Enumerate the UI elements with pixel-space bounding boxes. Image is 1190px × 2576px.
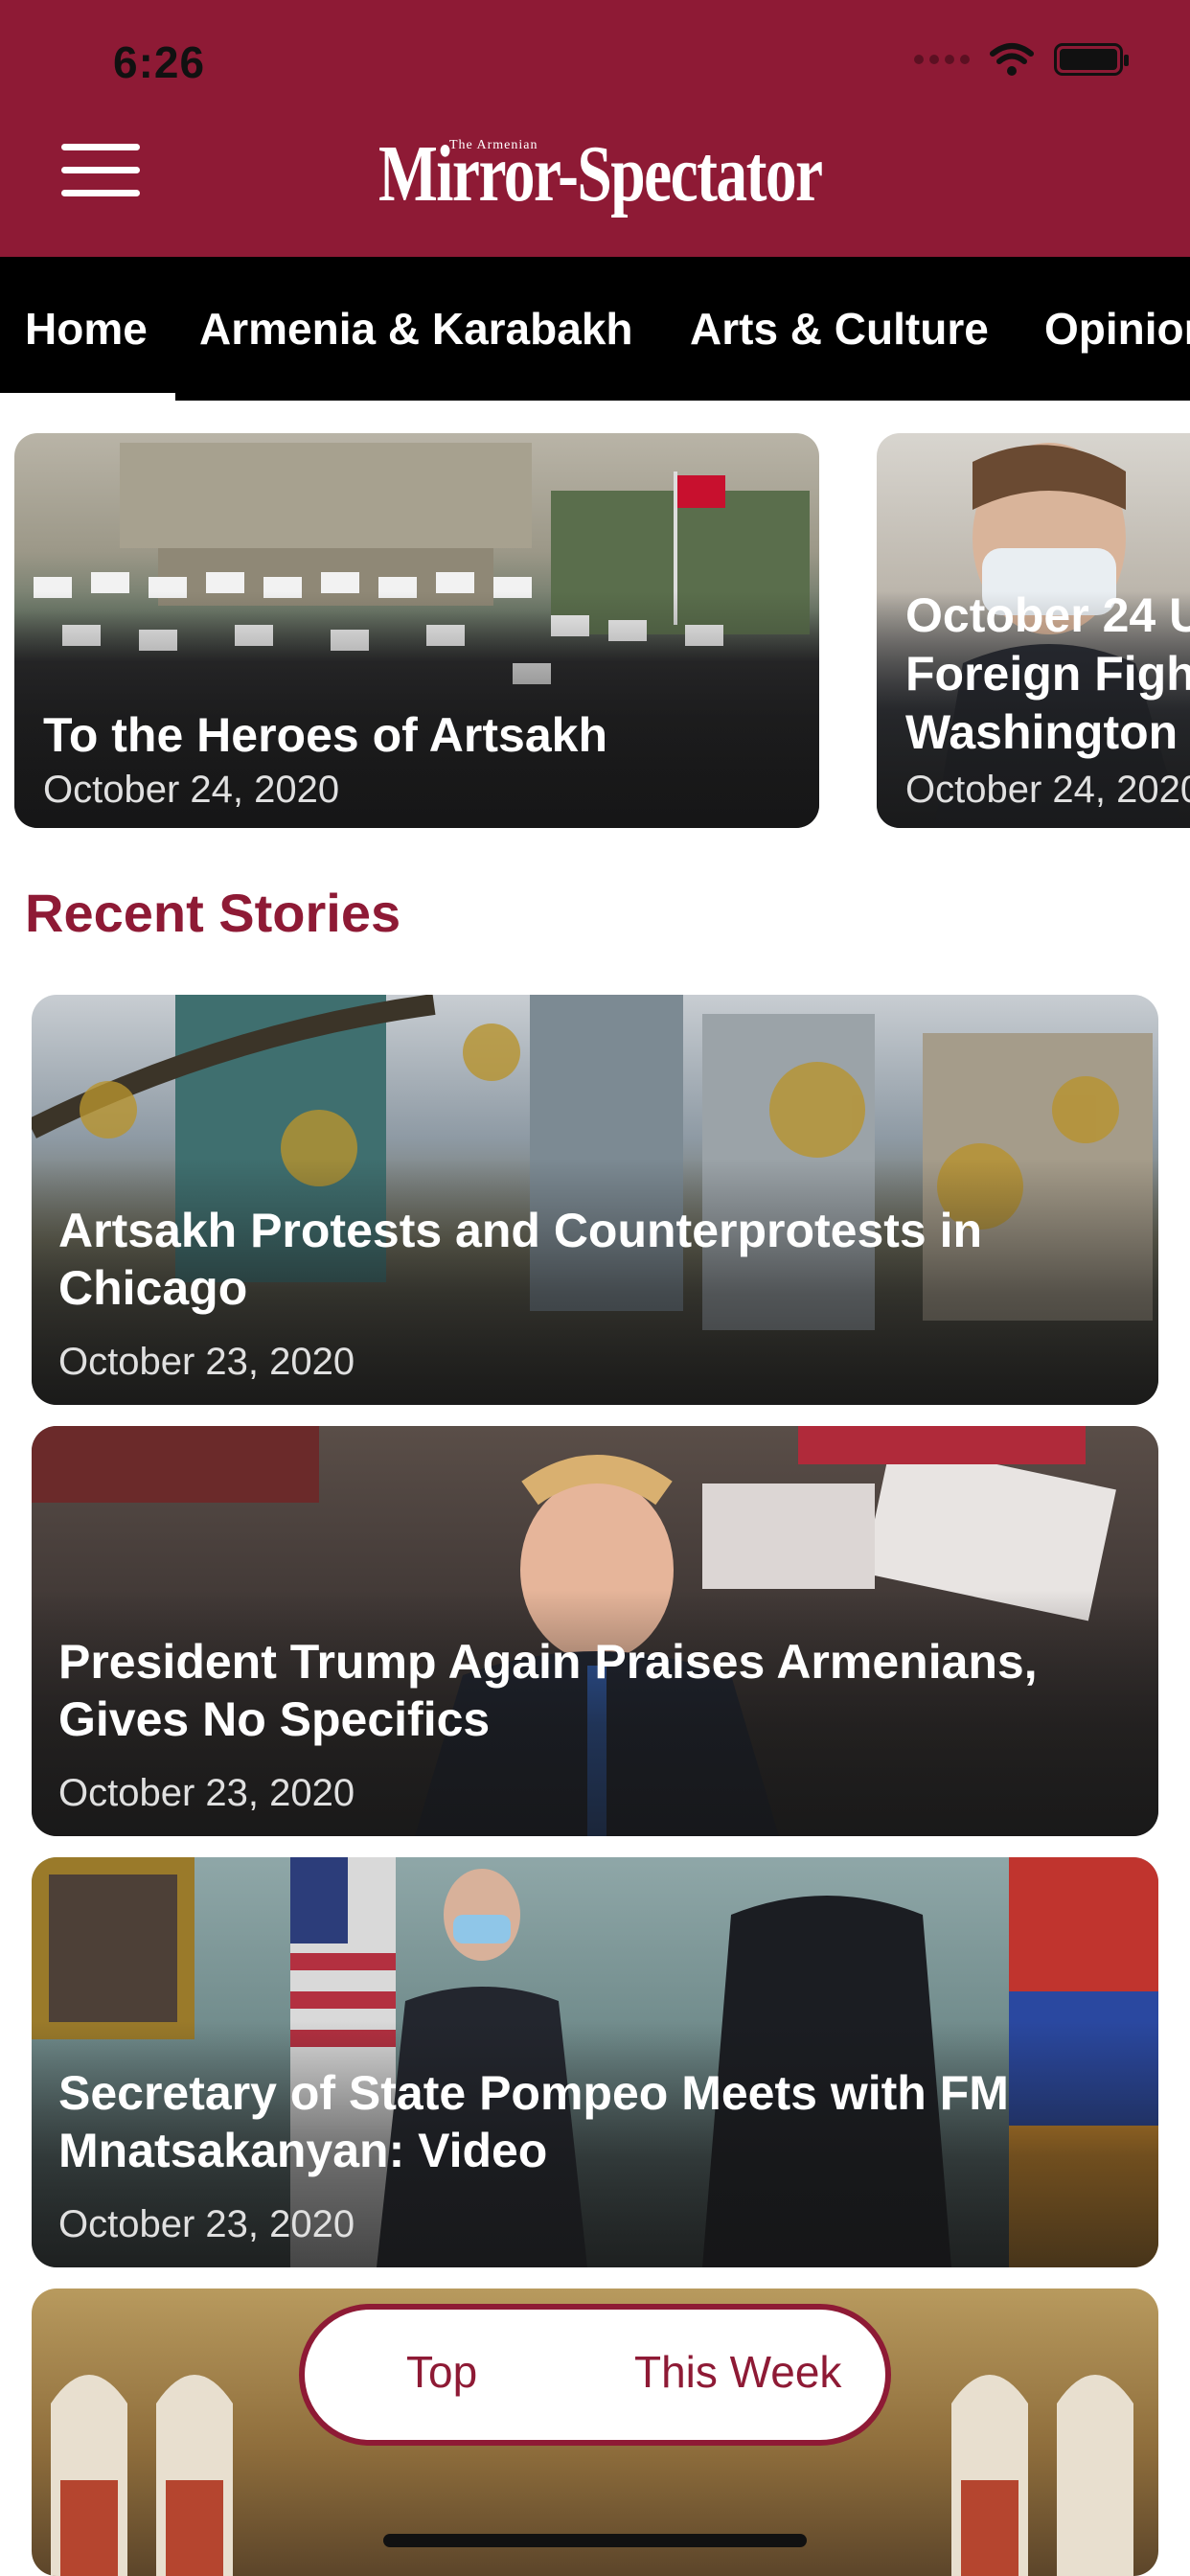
this-week-button[interactable]: This Week [634,2346,841,2398]
top-button[interactable]: Top [406,2346,477,2398]
status-icons [914,42,1129,77]
story-card[interactable]: Artsakh Protests and Counterprotests in … [32,995,1158,1405]
cellular-signal-icon [914,55,970,64]
menu-button[interactable] [61,144,140,199]
tab-armenia-karabakh[interactable]: Armenia & Karabakh [199,303,633,355]
story-date: October 23, 2020 [58,1772,355,1814]
app-header: 6:26 The Armenian Mirror-Spectator [0,0,1190,257]
featured-title: To the Heroes of Artsakh [43,708,607,762]
featured-card[interactable]: To the Heroes of Artsakh October 24, 202… [14,433,819,828]
featured-date: October 24, 2020 [43,769,340,811]
story-date: October 23, 2020 [58,2203,355,2245]
app-logo: The Armenian Mirror-Spectator [378,123,823,238]
active-tab-indicator [0,393,175,401]
time-range-toggle: Top This Week [299,2304,891,2446]
story-title: Secretary of State Pompeo Meets with FM … [58,2066,1009,2177]
status-time: 6:26 [113,37,206,87]
story-date: October 23, 2020 [58,1341,355,1383]
tab-opinion[interactable]: Opinion [1044,303,1190,355]
featured-date: October 24, 2020 [905,769,1190,811]
tab-arts-culture[interactable]: Arts & Culture [690,303,989,355]
logo-main-text: Mirror-Spectator [378,129,823,218]
home-indicator[interactable] [383,2534,807,2547]
featured-card[interactable]: October 24 U Foreign Fight Washington Oc… [877,433,1190,828]
story-title: President Trump Again Praises Armenians,… [58,1635,1038,1746]
story-title: Artsakh Protests and Counterprotests in … [58,1204,983,1315]
featured-title: October 24 U Foreign Fight Washington [905,588,1190,759]
tab-home[interactable]: Home [25,303,148,355]
story-card[interactable]: Secretary of State Pompeo Meets with FM … [32,1857,1158,2267]
wifi-icon [990,43,1034,76]
hamburger-icon [61,144,140,150]
battery-icon [1054,43,1129,76]
story-card[interactable]: President Trump Again Praises Armenians,… [32,1426,1158,1836]
section-title-recent-stories: Recent Stories [25,883,401,943]
category-nav: Home Armenia & Karabakh Arts & Culture O… [0,257,1190,401]
